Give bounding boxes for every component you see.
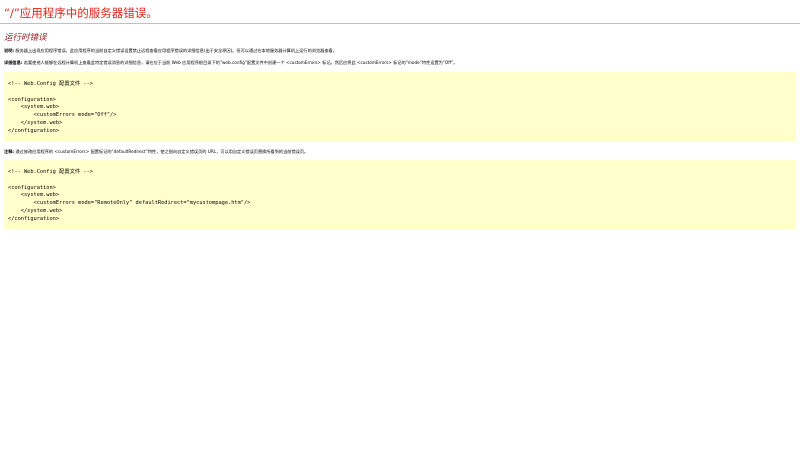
code-line: <customErrors mode="RemoteOnly" defaultR… — [8, 200, 251, 207]
details-label: 详细信息: — [4, 60, 23, 65]
code-line: </system.web> — [8, 207, 63, 214]
code-line: </system.web> — [8, 119, 63, 126]
config-code-block-off: <!-- Web.Config 配置文件 --> <configuration> … — [4, 72, 796, 142]
code-line: <customErrors mode="Off"/> — [8, 112, 117, 119]
code-line: <!-- Web.Config 配置文件 --> — [8, 81, 93, 87]
page-title: “/”应用程序中的服务器错误。 — [4, 6, 158, 20]
description-label: 说明: — [4, 48, 15, 53]
code-line: <configuration> — [8, 96, 56, 103]
notes-text: 通过修改应用程序的 <customErrors> 配置标记的“defaultRe… — [14, 149, 309, 154]
code-line: <system.web> — [8, 104, 60, 111]
description-text: 服务器上出现应用程序错误。此应用程序的当前自定义错误设置禁止远程查看应用程序错误… — [14, 48, 337, 53]
description-paragraph: 说明: 服务器上出现应用程序错误。此应用程序的当前自定义错误设置禁止远程查看应用… — [4, 48, 337, 54]
title-divider — [0, 23, 800, 24]
code-line: <configuration> — [8, 184, 56, 191]
details-text: 若要使他人能够在远程计算机上查看此特定错误消息的详细信息，请在位于当前 Web … — [22, 60, 458, 65]
code-line: </configuration> — [8, 215, 60, 222]
details-paragraph: 详细信息: 若要使他人能够在远程计算机上查看此特定错误消息的详细信息，请在位于当… — [4, 60, 458, 66]
notes-paragraph: 注释: 通过修改应用程序的 <customErrors> 配置标记的“defau… — [4, 149, 308, 155]
error-subtitle: 运行时错误 — [4, 33, 47, 43]
notes-label: 注释: — [4, 149, 15, 154]
code-line: </configuration> — [8, 127, 60, 134]
code-line: <!-- Web.Config 配置文件 --> — [8, 169, 93, 175]
code-line: <system.web> — [8, 192, 60, 199]
config-code-block-redirect: <!-- Web.Config 配置文件 --> <configuration> … — [4, 160, 796, 230]
